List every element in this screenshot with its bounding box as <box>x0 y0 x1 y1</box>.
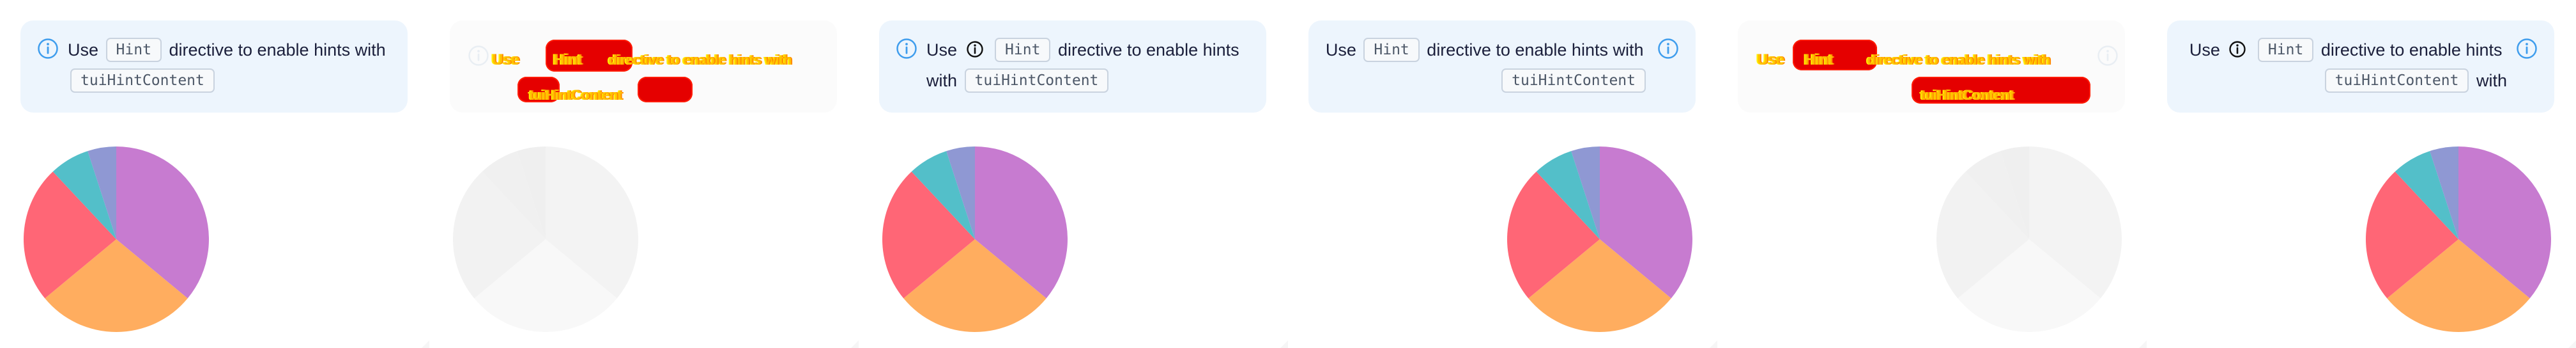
dark-info-icon[interactable] <box>2228 40 2246 58</box>
info-icon-graphic <box>2517 38 2537 59</box>
pie-chart <box>450 143 641 335</box>
glitch-text-artifact: Use Hint directive to enable hints with … <box>468 33 825 110</box>
hint-code-chip: Hint <box>995 38 1051 62</box>
faded-info-icon <box>2097 45 2118 66</box>
glitched-hint-text: Hint <box>553 51 582 68</box>
ghost-pie-chart-svg <box>1936 146 2122 332</box>
pie-chart-svg <box>24 146 210 332</box>
content-code-chip: tuiHintContent <box>70 68 215 93</box>
pane-4: Use Hint directive to enable hints with … <box>1288 0 1717 348</box>
pie-chart-svg <box>2366 146 2551 332</box>
info-icon[interactable] <box>896 38 917 59</box>
pie-chart <box>1933 143 2125 335</box>
hint-notice: Use Hint directive to enable hints tuiHi… <box>2167 20 2554 113</box>
glitched-hint-text: Hint <box>1804 51 1833 68</box>
info-icon[interactable] <box>1657 38 1679 59</box>
directive-text: directive to enable hints with <box>1427 40 1644 59</box>
pane-2: Use Hint directive to enable hints with … <box>429 0 859 348</box>
notice-text: Use Hint directive to enable hints tuiHi… <box>2184 35 2538 96</box>
hint-notice: Use Hint directive to enable hints with … <box>20 20 408 113</box>
pie-chart <box>1504 143 1696 335</box>
content-code-chip: tuiHintContent <box>2324 68 2469 93</box>
glitched-use-text: Use <box>492 51 519 68</box>
dark-info-icon[interactable] <box>966 40 984 58</box>
content-code-chip: tuiHintContent <box>1501 68 1646 93</box>
directive-text: directive to enable hints <box>1057 40 1239 59</box>
ghost-pie-chart-svg <box>453 146 638 332</box>
info-icon-graphic <box>896 38 917 59</box>
hint-code-chip: Hint <box>2257 38 2314 62</box>
notice-text: Use Hint directive to enable hints with … <box>37 35 391 96</box>
dark-info-icon-graphic <box>2229 41 2246 58</box>
pane-3: Use Hint directive to enable hints with … <box>859 0 1288 348</box>
directive-text: directive to enable hints <box>2320 40 2503 59</box>
faded-info-icon <box>468 45 489 66</box>
red-glitch-block <box>638 77 693 102</box>
with-text: with <box>2476 71 2507 90</box>
info-icon-graphic <box>38 38 58 59</box>
use-label: Use <box>1325 40 1356 59</box>
dark-info-icon-graphic <box>966 41 983 58</box>
pane-5: Use Hint directive to enable hints with … <box>1717 0 2147 348</box>
notice-text: Use Hint directive to enable hints with … <box>896 35 1250 96</box>
glitch-text-artifact: Use Hint directive to enable hints with … <box>1756 33 2118 110</box>
pie-chart-svg <box>882 146 1068 332</box>
hint-code-chip: Hint <box>105 38 162 62</box>
pie-chart-svg <box>1507 146 1692 332</box>
use-label: Use <box>2189 40 2220 59</box>
hint-code-chip: Hint <box>1363 38 1420 62</box>
use-label: Use <box>68 40 99 59</box>
glitched-directive-text: directive to enable hints with <box>1867 52 2050 68</box>
info-icon-graphic <box>1658 38 1678 59</box>
glitched-content-text: tuiHintContent <box>529 87 622 103</box>
content-code-chip: tuiHintContent <box>964 68 1109 93</box>
hint-notice: Use Hint directive to enable hints with … <box>879 20 1266 113</box>
glitched-content-text: tuiHintContent <box>1920 87 2014 103</box>
glitched-use-text: Use <box>1757 51 1784 68</box>
glitched-hint-notice: Use Hint directive to enable hints with … <box>450 20 837 113</box>
info-icon[interactable] <box>37 38 59 59</box>
with-text: with <box>926 71 958 90</box>
info-icon[interactable] <box>2516 38 2538 59</box>
directive-text: directive to enable hints with <box>169 40 386 59</box>
hint-notice: Use Hint directive to enable hints with … <box>1308 20 1696 113</box>
pie-chart <box>879 143 1071 335</box>
pie-chart <box>2363 143 2554 335</box>
pane-1: Use Hint directive to enable hints with … <box>0 0 429 348</box>
pie-chart <box>20 143 212 335</box>
glitched-directive-text: directive to enable hints with <box>608 52 792 68</box>
use-label: Use <box>926 40 958 59</box>
pane-6: Use Hint directive to enable hints tuiHi… <box>2147 0 2576 348</box>
notice-text: Use Hint directive to enable hints with … <box>1325 35 1679 96</box>
glitched-hint-notice: Use Hint directive to enable hints with … <box>1738 20 2125 113</box>
hint-demo-strip: Use Hint directive to enable hints with … <box>0 0 2576 348</box>
